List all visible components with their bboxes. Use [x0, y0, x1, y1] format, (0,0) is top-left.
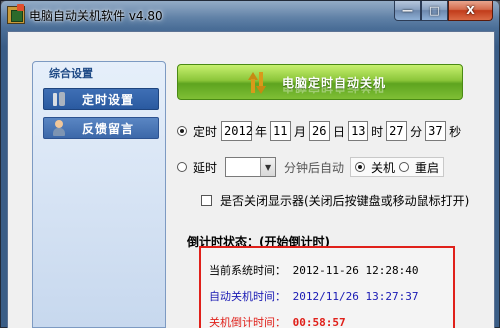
close-monitor-label: 是否关闭显示器(关闭后按键盘或移动鼠标打开) — [220, 194, 470, 208]
close-button[interactable]: X — [448, 1, 493, 21]
shutdown-label: 关机 — [371, 160, 396, 175]
delay-radio[interactable] — [177, 162, 187, 172]
close-monitor-checkbox[interactable] — [201, 195, 212, 206]
remaining-time-line: 关机倒计时间： 00:58:57 — [209, 314, 346, 328]
current-time-label: 当前系统时间： — [209, 264, 286, 277]
monitor-option-row: 是否关闭显示器(关闭后按键盘或移动鼠标打开) — [201, 192, 469, 209]
delay-row: 延时 ▼ 分钟后自动 关机 重启 — [177, 157, 445, 177]
chevron-down-icon: ▼ — [260, 158, 276, 176]
month-unit: 月 — [294, 124, 307, 139]
sidebar: 综合设置 定时设置 反馈留言 — [32, 61, 166, 328]
shutdown-radio[interactable] — [355, 162, 366, 172]
auto-shutdown-label: 自动关机时间： — [209, 290, 286, 303]
sidebar-item-feedback[interactable]: 反馈留言 — [43, 117, 159, 139]
sidebar-item-timer-settings[interactable]: 定时设置 — [43, 88, 159, 110]
header-banner: 电脑定时自动关机 电脑定时自动关机 — [177, 64, 463, 100]
day-field[interactable]: 26 — [309, 121, 331, 141]
action-group: 关机 重启 — [350, 157, 445, 177]
sidebar-item-label: 定时设置 — [82, 92, 135, 107]
timed-row: 定时 2012 年 11 月 26 日 13 时 27 分 37 秒 — [177, 121, 464, 141]
window-title: 电脑自动关机软件 v4.80 — [29, 9, 163, 23]
remaining-time-label: 关机倒计时间： — [209, 316, 286, 328]
year-unit: 年 — [255, 124, 268, 139]
delay-after-text: 分钟后自动 — [284, 160, 345, 175]
year-field[interactable]: 2012 — [221, 121, 253, 141]
countdown-status-box: 当前系统时间： 2012-11-26 12:28:40 自动关机时间： 2012… — [199, 246, 455, 328]
maximize-icon: □ — [429, 4, 440, 17]
caption-buttons: — □ X — [394, 1, 493, 21]
shutdown-arrows-icon — [246, 72, 268, 94]
month-field[interactable]: 11 — [270, 121, 292, 141]
auto-shutdown-value: 2012/11/26 13:27:37 — [292, 290, 419, 303]
minute-field[interactable]: 27 — [386, 121, 408, 141]
hour-unit: 时 — [371, 124, 384, 139]
tools-icon — [50, 90, 70, 108]
timed-radio[interactable] — [177, 126, 187, 136]
minimize-icon: — — [402, 4, 413, 17]
delay-select[interactable]: ▼ — [225, 157, 277, 177]
auto-shutdown-line: 自动关机时间： 2012/11/26 13:27:37 — [209, 288, 418, 304]
sidebar-item-label: 反馈留言 — [82, 121, 135, 136]
restart-label: 重启 — [415, 160, 440, 175]
current-time-line: 当前系统时间： 2012-11-26 12:28:40 — [209, 262, 418, 278]
delay-label: 延时 — [193, 160, 218, 175]
maximize-button[interactable]: □ — [421, 1, 448, 21]
day-unit: 日 — [333, 124, 346, 139]
second-unit: 秒 — [449, 124, 462, 139]
app-icon — [7, 4, 25, 24]
current-time-value: 2012-11-26 12:28:40 — [292, 264, 419, 277]
banner-title-reflection: 电脑定时自动关机 — [282, 87, 387, 94]
minute-unit: 分 — [410, 124, 423, 139]
close-icon: X — [466, 4, 475, 17]
remaining-time-value: 00:58:57 — [292, 316, 346, 328]
main-content: 电脑定时自动关机 电脑定时自动关机 定时 2012 年 11 月 26 日 13… — [172, 61, 470, 328]
restart-radio[interactable] — [399, 162, 410, 172]
sidebar-header: 综合设置 — [49, 67, 93, 80]
minimize-button[interactable]: — — [394, 1, 421, 21]
second-field[interactable]: 37 — [425, 121, 447, 141]
user-icon — [50, 119, 70, 137]
timed-label: 定时 — [193, 124, 218, 139]
title-bar[interactable]: 电脑自动关机软件 v4.80 — □ X — [1, 1, 500, 29]
hour-field[interactable]: 13 — [348, 121, 369, 141]
